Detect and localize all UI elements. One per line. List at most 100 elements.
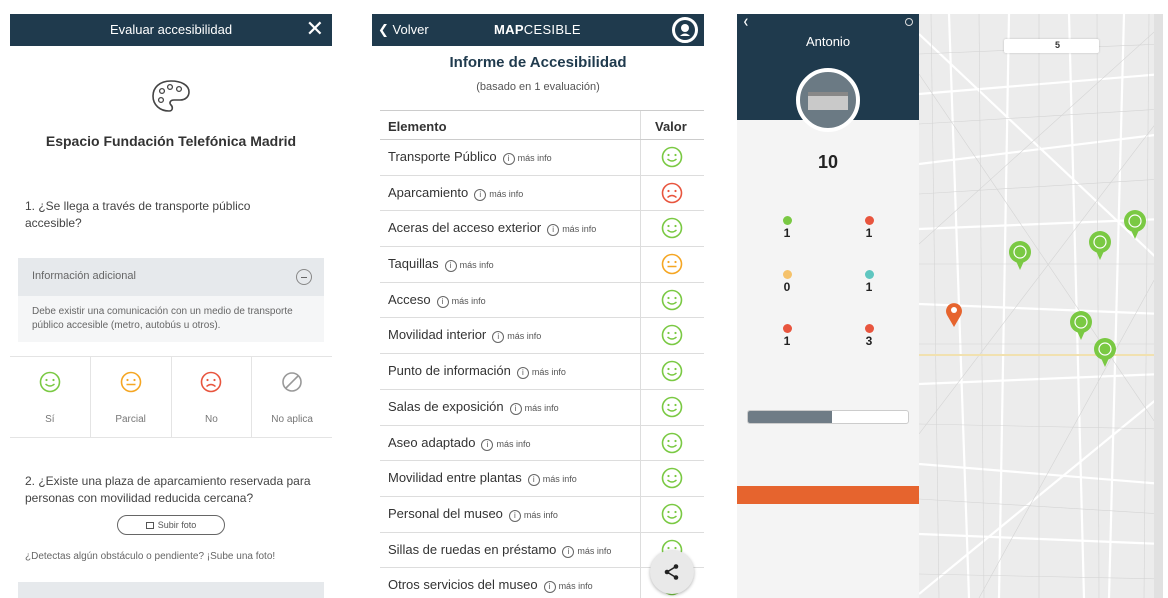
camera-icon bbox=[145, 522, 154, 529]
info-icon: i bbox=[508, 509, 521, 522]
stat-item: 0 bbox=[747, 270, 827, 294]
happy-face-icon bbox=[661, 432, 683, 453]
more-info-link[interactable]: i más info bbox=[502, 153, 552, 165]
orange-action-button[interactable] bbox=[737, 486, 919, 504]
share-icon bbox=[664, 564, 679, 580]
info-icon: i bbox=[444, 260, 457, 273]
more-info-link[interactable]: i más info bbox=[492, 331, 542, 344]
row-label: Aceras del acceso exterior bbox=[388, 220, 542, 236]
row-element: Otros servicios del museo i más info bbox=[388, 577, 593, 594]
avatar-building-image bbox=[808, 92, 848, 110]
upload-photo-button[interactable]: Subir foto bbox=[117, 515, 225, 535]
answer-options: Sí Parcial No No aplica bbox=[10, 356, 332, 438]
back-icon[interactable]: ❮ bbox=[743, 18, 749, 26]
neutral-face-icon bbox=[120, 371, 141, 393]
row-label: Otros servicios del museo bbox=[388, 577, 538, 593]
row-label: Acceso bbox=[388, 291, 431, 307]
stat-icon bbox=[782, 270, 792, 279]
settings-icon[interactable] bbox=[905, 18, 913, 26]
stat-item: 1 bbox=[829, 270, 909, 294]
table-row: Movilidad interior i más info bbox=[380, 318, 704, 355]
more-info-label: más info bbox=[531, 367, 566, 378]
happy-face-icon bbox=[661, 218, 683, 239]
more-info-label: más info bbox=[558, 581, 593, 592]
not-applicable-icon bbox=[282, 372, 302, 392]
zone-toggle[interactable] bbox=[747, 410, 909, 424]
more-info-link[interactable]: i más info bbox=[436, 295, 486, 308]
back-button[interactable]: ❮ Volver bbox=[378, 22, 429, 38]
evaluation-header: Evaluar accesibilidad ✕ bbox=[10, 14, 332, 46]
table-row: Aparcamiento i más info bbox=[380, 175, 704, 212]
stat-icon bbox=[782, 324, 792, 333]
option-partial[interactable]: Parcial bbox=[91, 357, 172, 437]
zone-toggle-on[interactable] bbox=[748, 411, 832, 423]
collapse-icon[interactable] bbox=[296, 269, 312, 285]
more-info-link[interactable]: i más info bbox=[444, 260, 494, 273]
share-button[interactable] bbox=[650, 550, 694, 594]
row-element: Punto de información i más info bbox=[388, 363, 566, 380]
brand-bold: MAP bbox=[494, 22, 524, 37]
table-row: Acceso i más info bbox=[380, 282, 704, 319]
row-label: Aparcamiento bbox=[388, 184, 469, 200]
row-value-cell bbox=[640, 175, 704, 211]
profile-sidebar: ❮ Antonio 10 1 1 0 1 1 3 bbox=[737, 14, 919, 598]
row-value-cell bbox=[640, 211, 704, 247]
row-value-cell bbox=[640, 354, 704, 389]
table-row: Aseo adaptado i más info bbox=[380, 425, 704, 462]
info-icon: i bbox=[543, 581, 556, 594]
option-not-applicable[interactable]: No aplica bbox=[252, 357, 332, 437]
map-view[interactable]: 5 bbox=[919, 14, 1163, 598]
row-element: Aparcamiento i más info bbox=[388, 185, 523, 201]
option-not-applicable-label: No aplica bbox=[271, 414, 313, 425]
additional-info-toggle[interactable]: Información adicional bbox=[18, 258, 324, 296]
close-icon[interactable]: ✕ bbox=[306, 17, 324, 41]
happy-face-icon bbox=[661, 467, 683, 489]
happy-face-icon bbox=[661, 289, 683, 311]
row-value-cell bbox=[640, 247, 704, 282]
avatar bbox=[796, 68, 860, 132]
more-info-link[interactable]: i más info bbox=[508, 509, 558, 522]
more-info-link[interactable]: i más info bbox=[562, 545, 611, 558]
brand-light: CESIBLE bbox=[523, 22, 581, 37]
more-info-link[interactable]: i más info bbox=[516, 367, 566, 380]
stat-icon bbox=[782, 216, 792, 225]
row-value-cell bbox=[640, 318, 704, 354]
more-info-link[interactable]: i más info bbox=[547, 224, 597, 237]
additional-info-toggle-2[interactable] bbox=[18, 582, 324, 598]
obstacle-prompt: ¿Detectas algún obstáculo o pendiente? ¡… bbox=[25, 551, 276, 562]
column-element: Elemento bbox=[388, 119, 447, 134]
more-info-label: más info bbox=[562, 224, 597, 235]
column-value: Valor bbox=[655, 119, 687, 134]
sad-face-icon bbox=[201, 371, 222, 393]
happy-face-icon bbox=[661, 146, 683, 168]
option-no[interactable]: No bbox=[172, 357, 253, 437]
upload-photo-label: Subir foto bbox=[157, 520, 197, 530]
profile-logo-icon[interactable] bbox=[672, 17, 698, 43]
row-element: Aceras del acceso exterior i más info bbox=[388, 220, 597, 237]
stat-item: 1 bbox=[747, 216, 827, 240]
zone-toggle-off[interactable] bbox=[832, 411, 908, 423]
row-value-cell bbox=[640, 461, 704, 496]
option-yes[interactable]: Sí bbox=[10, 357, 91, 437]
more-info-link[interactable]: i más info bbox=[474, 188, 523, 201]
happy-face-icon bbox=[661, 503, 683, 525]
row-label: Personal del museo bbox=[388, 505, 503, 521]
more-info-label: más info bbox=[507, 331, 542, 342]
info-icon: i bbox=[502, 153, 515, 165]
info-icon: i bbox=[474, 188, 487, 201]
palette-icon bbox=[152, 80, 190, 112]
more-info-link[interactable]: i más info bbox=[527, 474, 577, 487]
row-label: Sillas de ruedas en préstamo bbox=[388, 541, 557, 557]
more-info-link[interactable]: i más info bbox=[481, 438, 530, 451]
row-element: Taquillas i más info bbox=[388, 256, 494, 273]
stat-value: 3 bbox=[865, 334, 873, 348]
neutral-face-icon bbox=[661, 253, 683, 275]
question-parking: 2. ¿Existe una plaza de aparcamiento res… bbox=[25, 474, 311, 505]
table-row: Personal del museo i más info bbox=[380, 496, 704, 533]
more-info-link[interactable]: i más info bbox=[543, 581, 593, 594]
info-icon: i bbox=[436, 295, 449, 308]
more-info-label: más info bbox=[523, 509, 558, 520]
more-info-link[interactable]: i más info bbox=[509, 402, 559, 415]
option-yes-label: Sí bbox=[45, 414, 55, 425]
street-map[interactable] bbox=[919, 14, 1163, 598]
